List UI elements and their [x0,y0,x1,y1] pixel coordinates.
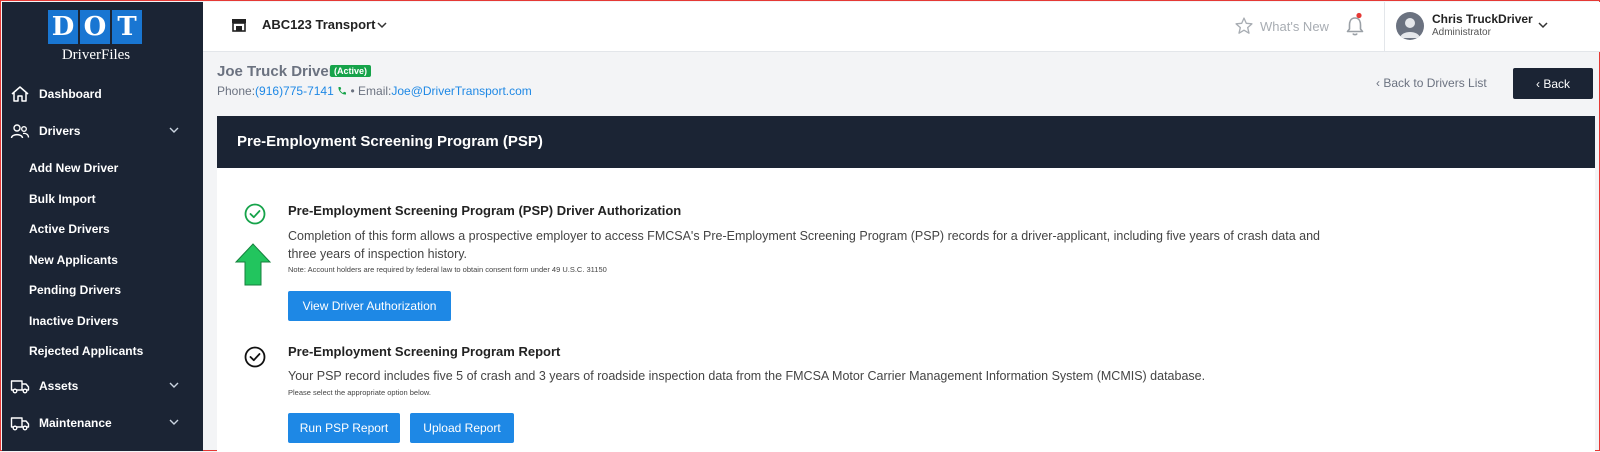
check-circle-icon [244,203,266,225]
app-logo[interactable]: D O T DriverFiles [48,10,144,64]
avatar[interactable] [1396,12,1424,40]
bell-icon[interactable] [1344,12,1366,38]
top-bar: ABC123 Transport What's New Chris TruckD… [203,2,1600,52]
sidebar-subitem-bulk-import[interactable]: Bulk Import [29,192,96,206]
description-line: Completion of this form allows a prospec… [288,229,1320,243]
store-icon [232,19,246,32]
company-selector[interactable]: ABC123 Transport [262,17,375,32]
sidebar-item-label: Maintenance [39,416,112,430]
sidebar: D O T DriverFiles Dashboard Drivers Add … [2,2,203,451]
email-link[interactable]: Joe@DriverTransport.com [391,84,531,98]
status-badge: (Active) [330,65,372,77]
chevron-down-icon[interactable] [168,416,180,428]
whats-new-label: What's New [1260,18,1329,34]
sidebar-subitem-new-applicants[interactable]: New Applicants [29,253,118,267]
sidebar-item-maintenance[interactable]: Maintenance [2,408,203,438]
sidebar-item-label: Assets [39,379,79,393]
user-role: Administrator [1432,27,1491,38]
driver-name: Joe Truck Driver [217,63,335,80]
chevron-down-icon[interactable] [376,19,388,31]
sidebar-subitem-rejected-applicants[interactable]: Rejected Applicants [29,344,143,358]
phone-label: Phone: [217,84,256,98]
section-description: Your PSP record includes five 5 of crash… [288,369,1206,383]
description-line: three years of inspection history. [288,247,468,261]
logo-letter: T [112,10,142,44]
section-note: Note: Account holders are required by fe… [288,265,607,274]
logo-subtitle: DriverFiles [61,47,131,63]
back-to-drivers-link[interactable]: ‹ Back to Drivers List [1376,76,1487,90]
section-title-authorization: Pre-Employment Screening Program (PSP) D… [288,203,682,218]
upload-report-button[interactable]: Upload Report [410,413,514,443]
check-circle-icon [244,346,266,368]
divider [1384,2,1385,51]
run-psp-report-button[interactable]: Run PSP Report [288,413,400,443]
back-button-label: Back [1543,76,1571,91]
home-icon [11,86,29,102]
whats-new-link[interactable]: What's New [1234,16,1329,36]
sidebar-item-label: Drivers [39,124,81,138]
sidebar-item-drivers[interactable]: Drivers [2,116,203,146]
view-driver-authorization-button[interactable]: View Driver Authorization [288,291,451,321]
user-name[interactable]: Chris TruckDriver [1432,12,1533,26]
sidebar-subitem-pending-drivers[interactable]: Pending Drivers [29,283,121,297]
section-note: Please select the appropriate option bel… [288,388,432,397]
back-button[interactable]: ‹ Back [1513,68,1593,99]
phone-icon [338,87,347,95]
logo-letter: D [48,10,78,44]
driver-contact: Phone:(916)775-7141 • Email:Joe@DriverTr… [217,84,532,98]
sidebar-subitem-inactive-drivers[interactable]: Inactive Drivers [29,314,118,328]
chevron-left-icon: ‹ [1376,76,1380,90]
back-link-label: Back to Drivers List [1383,76,1487,90]
arrow-up-icon [234,243,272,286]
chevron-down-icon[interactable] [1537,19,1549,31]
sidebar-subitem-active-drivers[interactable]: Active Drivers [29,222,110,236]
sidebar-item-label: Dashboard [39,87,102,101]
email-label: Email: [358,84,392,98]
user-icon [1400,18,1420,38]
truck-icon [10,380,30,394]
sidebar-item-dashboard[interactable]: Dashboard [2,79,203,109]
phone-link[interactable]: (916)775-7141 [255,84,334,98]
users-icon [10,124,30,139]
sidebar-item-assets[interactable]: Assets [2,371,203,401]
star-icon [1235,17,1253,34]
truck-icon [10,417,30,431]
chevron-left-icon: ‹ [1535,76,1540,91]
panel-header: Pre-Employment Screening Program (PSP) [217,116,1595,168]
sidebar-subitem-add-new-driver[interactable]: Add New Driver [29,161,118,175]
chevron-down-icon[interactable] [168,124,180,136]
logo-letter: O [80,10,110,44]
section-description: Completion of this form allows a prospec… [288,227,1320,263]
panel-title: Pre-Employment Screening Program (PSP) [237,133,543,150]
section-title-report: Pre-Employment Screening Program Report [288,344,561,359]
chevron-down-icon[interactable] [168,379,180,391]
